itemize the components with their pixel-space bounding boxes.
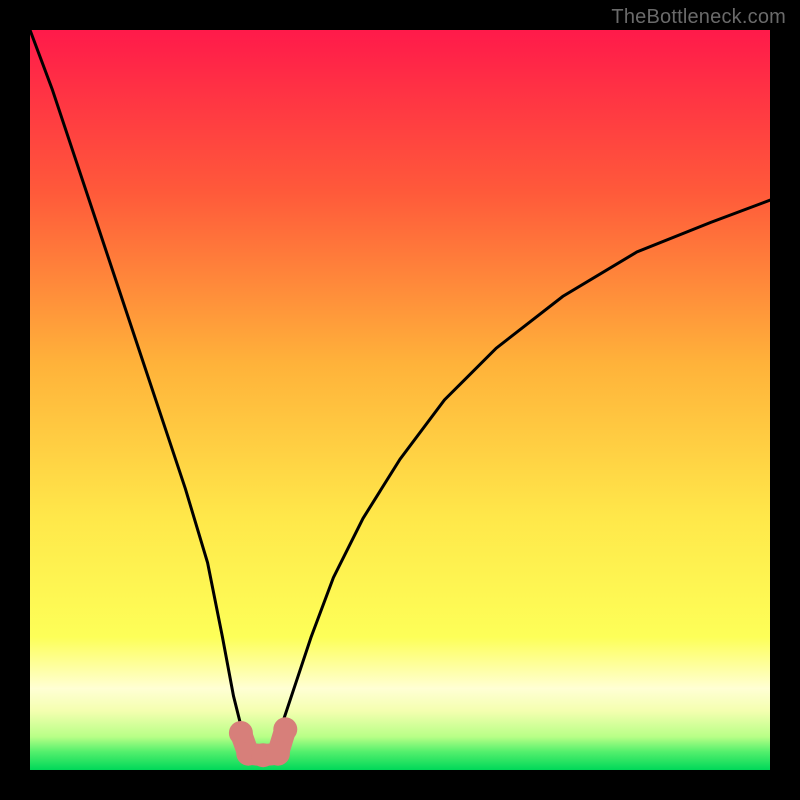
gradient-bg (30, 30, 770, 770)
chart-frame: TheBottleneck.com (0, 0, 800, 800)
marker-lower-band-left (229, 721, 253, 745)
watermark-text: TheBottleneck.com (611, 6, 786, 29)
plot-area (30, 30, 770, 770)
plot-svg (30, 30, 770, 770)
marker-lower-band-floor-right (266, 742, 290, 766)
marker-lower-band-right (273, 717, 297, 741)
